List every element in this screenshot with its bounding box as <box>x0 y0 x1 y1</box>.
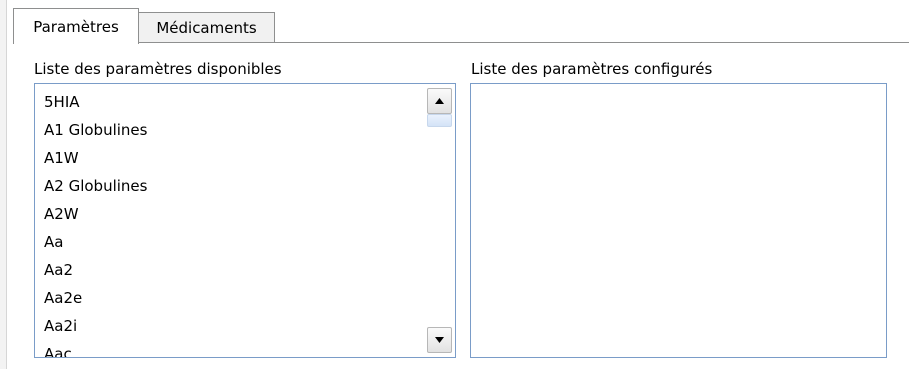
list-item[interactable]: Aa <box>35 228 431 256</box>
available-params-items: 5HIA A1 Globulines A1W A2 Globulines A2W Aa Aa… <box>35 88 431 357</box>
list-item[interactable]: A2 Globulines <box>35 172 431 200</box>
window-frame-left <box>0 0 7 369</box>
scroll-thumb[interactable] <box>427 114 452 127</box>
tab-medicaments[interactable]: Médicaments <box>138 12 275 42</box>
triangle-up-icon <box>435 98 444 104</box>
tab-panel-border <box>13 42 909 43</box>
list-item[interactable]: Aa2i <box>35 312 431 340</box>
scroll-up-button[interactable] <box>427 88 452 114</box>
tab-strip: Paramètres Médicaments <box>13 8 909 44</box>
configured-params-listbox[interactable] <box>470 83 887 358</box>
configured-params-label: Liste des paramètres configurés <box>471 60 713 78</box>
scroll-down-button[interactable] <box>427 327 452 353</box>
triangle-down-icon <box>435 337 444 343</box>
available-params-label: Liste des paramètres disponibles <box>34 60 282 78</box>
tab-medicaments-label: Médicaments <box>156 18 257 37</box>
list-item[interactable]: A1W <box>35 144 431 172</box>
tab-parametres[interactable]: Paramètres <box>13 8 139 44</box>
list-item[interactable]: A1 Globulines <box>35 116 431 144</box>
list-item[interactable]: Aa2 <box>35 256 431 284</box>
tab-parametres-label: Paramètres <box>33 17 119 36</box>
available-params-scrollbar[interactable] <box>425 84 455 357</box>
list-item[interactable]: A2W <box>35 200 431 228</box>
available-params-listbox[interactable]: 5HIA A1 Globulines A1W A2 Globulines A2W Aa Aa… <box>34 83 456 358</box>
list-item[interactable]: Aa2e <box>35 284 431 312</box>
list-item[interactable]: Aac <box>35 340 431 357</box>
list-item[interactable]: 5HIA <box>35 88 431 116</box>
